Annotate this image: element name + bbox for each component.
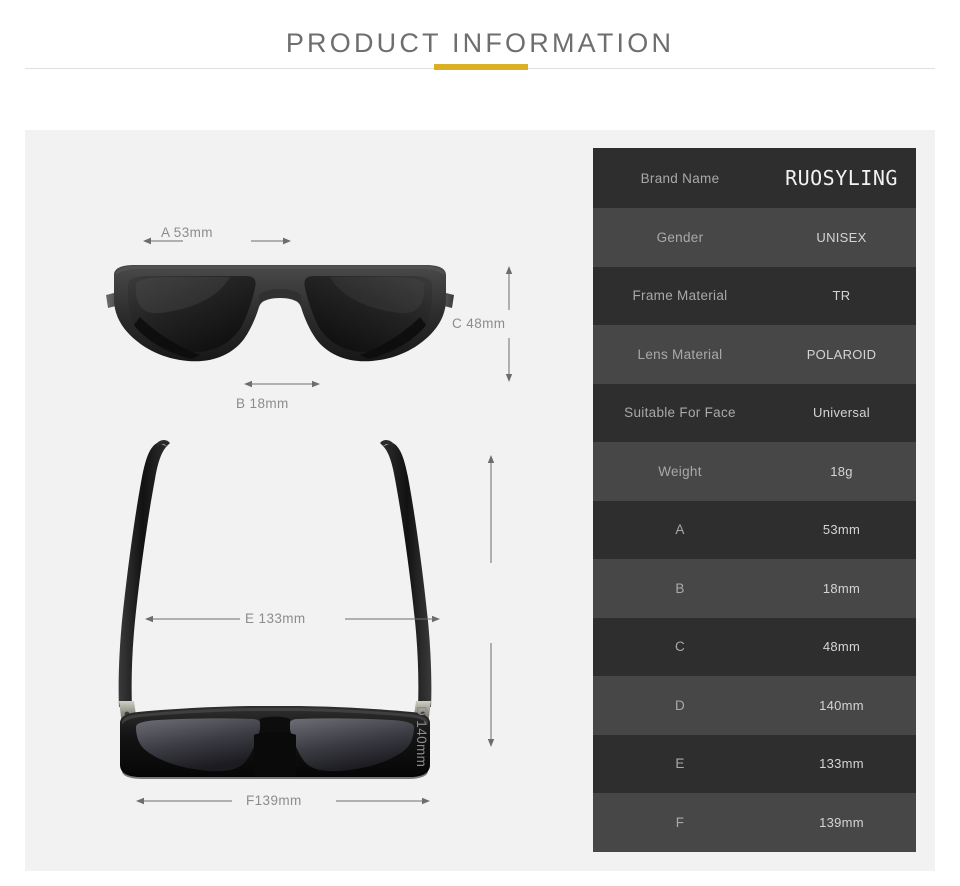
table-row-c: C 48mm bbox=[593, 617, 916, 676]
dimension-diagram: A 53mm B 18mm C 48mm D 140mm E 133mm F13… bbox=[25, 130, 593, 871]
sunglasses-top-view-image bbox=[118, 440, 432, 779]
dimension-label-c: C 48mm bbox=[452, 316, 506, 331]
spec-key-brand: Brand Name bbox=[640, 170, 720, 186]
dimension-c-arrow bbox=[505, 266, 513, 382]
spec-value-lens-material: POLAROID bbox=[806, 346, 877, 362]
table-row-gender: Gender UNISEX bbox=[593, 208, 916, 267]
dimension-label-b: B 18mm bbox=[236, 396, 289, 411]
spec-value-a: 53mm bbox=[822, 522, 861, 538]
spec-value-suitable-for-face: Universal bbox=[813, 405, 870, 421]
dimension-b-arrow bbox=[244, 380, 320, 388]
spec-value-gender: UNISEX bbox=[816, 229, 867, 245]
spec-value-b: 18mm bbox=[822, 580, 861, 596]
table-row-weight: Weight 18g bbox=[593, 442, 916, 501]
page-title: PRODUCT INFORMATION bbox=[285, 28, 675, 58]
spec-key-frame-material: Frame Material bbox=[632, 288, 728, 304]
spec-key-b: B bbox=[675, 580, 685, 596]
table-row-b: B 18mm bbox=[593, 559, 916, 618]
dimension-label-d: D 140mm bbox=[414, 706, 429, 768]
table-row-e: E 133mm bbox=[593, 734, 916, 793]
spec-value-e: 133mm bbox=[819, 756, 864, 772]
spec-key-c: C bbox=[674, 639, 686, 655]
dimension-label-e: E 133mm bbox=[245, 611, 306, 626]
table-row-frame-material: Frame Material TR bbox=[593, 266, 916, 325]
spec-value-brand: RUOSYLING bbox=[785, 166, 898, 190]
table-row-a: A 53mm bbox=[593, 500, 916, 559]
table-row-f: F 139mm bbox=[593, 793, 916, 852]
dimension-label-f: F139mm bbox=[246, 793, 302, 808]
spec-key-e: E bbox=[675, 756, 685, 772]
spec-key-weight: Weight bbox=[658, 463, 702, 479]
spec-key-gender: Gender bbox=[656, 229, 704, 245]
spec-key-f: F bbox=[675, 814, 685, 830]
table-row-d: D 140mm bbox=[593, 676, 916, 735]
table-row-brand: Brand Name RUOSYLING bbox=[593, 148, 916, 208]
spec-value-weight: 18g bbox=[830, 463, 853, 479]
content-panel: A 53mm B 18mm C 48mm D 140mm E 133mm F13… bbox=[25, 130, 935, 871]
spec-value-frame-material: TR bbox=[832, 288, 851, 304]
spec-key-a: A bbox=[675, 522, 685, 538]
table-row-lens-material: Lens Material POLAROID bbox=[593, 325, 916, 384]
specification-table: Brand Name RUOSYLING Gender UNISEX Frame… bbox=[593, 148, 916, 852]
sunglasses-front-view-image bbox=[106, 265, 454, 362]
header-accent-bar bbox=[434, 64, 528, 70]
spec-key-suitable-for-face: Suitable For Face bbox=[624, 405, 736, 421]
spec-value-f: 139mm bbox=[819, 814, 864, 830]
spec-value-c: 48mm bbox=[822, 639, 861, 655]
page-header: PRODUCT INFORMATION bbox=[0, 0, 960, 130]
spec-value-d: 140mm bbox=[819, 697, 864, 713]
dimension-label-a: A 53mm bbox=[161, 225, 213, 240]
spec-key-lens-material: Lens Material bbox=[637, 346, 723, 362]
spec-key-d: D bbox=[674, 697, 686, 713]
dimension-d-arrow bbox=[487, 455, 495, 747]
table-row-suitable-for-face: Suitable For Face Universal bbox=[593, 383, 916, 442]
